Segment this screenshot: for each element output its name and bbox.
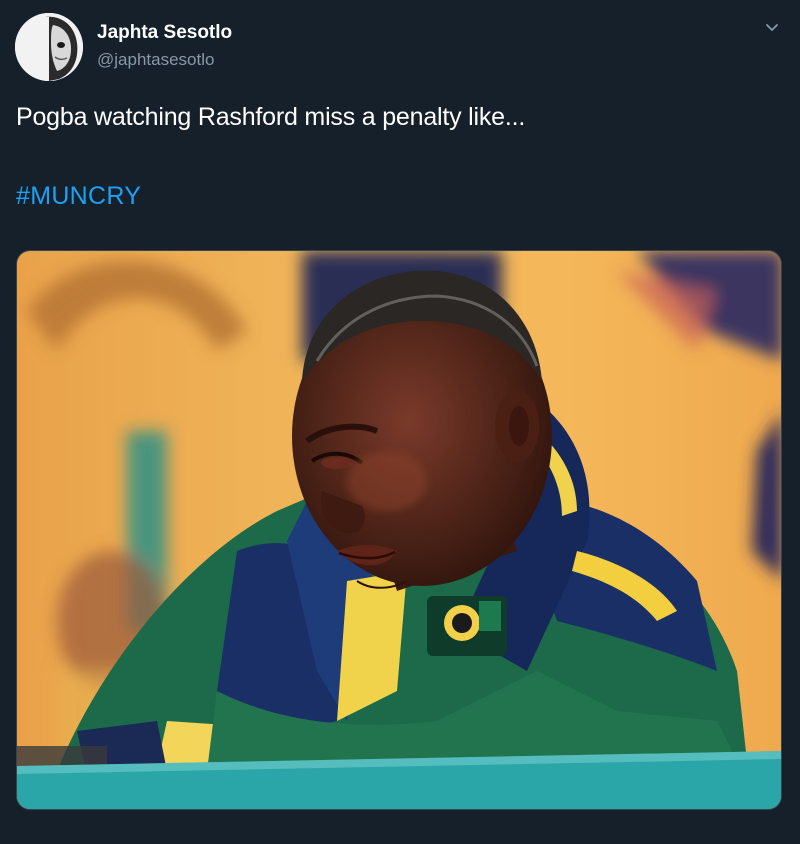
photo-image: [17, 251, 781, 809]
tweet-card: Japhta Sesotlo @japhtasesotlo Pogba watc…: [0, 0, 800, 844]
chevron-down-icon[interactable]: [762, 18, 782, 38]
avatar-image: [15, 13, 83, 81]
author-avatar[interactable]: [15, 13, 83, 81]
tweet-text: Pogba watching Rashford miss a penalty l…: [16, 103, 526, 131]
author-handle[interactable]: @japhtasesotlo: [97, 50, 214, 70]
author-display-name[interactable]: Japhta Sesotlo: [97, 22, 232, 44]
hashtag-link[interactable]: #MUNCRY: [16, 181, 141, 211]
tweet-photo[interactable]: [16, 250, 782, 810]
